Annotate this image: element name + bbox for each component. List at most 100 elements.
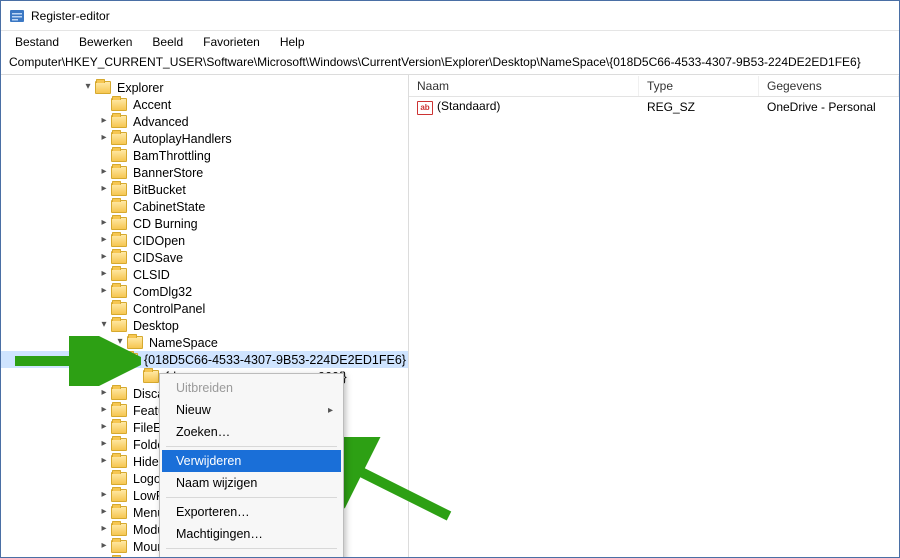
string-value-icon: ab bbox=[417, 101, 433, 115]
tree-pane[interactable]: ExplorerAccentAdvancedAutoplayHandlersBa… bbox=[1, 75, 409, 557]
tree-item-label: BitBucket bbox=[131, 182, 188, 198]
tree-item[interactable]: BitBucket bbox=[1, 181, 408, 198]
expand-toggle[interactable] bbox=[97, 216, 111, 232]
expand-toggle[interactable] bbox=[97, 131, 111, 147]
address-bar[interactable]: Computer\HKEY_CURRENT_USER\Software\Micr… bbox=[1, 53, 899, 75]
expand-toggle[interactable] bbox=[97, 284, 111, 300]
expand-toggle[interactable] bbox=[97, 488, 111, 504]
submenu-arrow-icon: ▸ bbox=[328, 405, 333, 416]
context-menu-item[interactable]: Zoeken… bbox=[162, 421, 341, 443]
tree-item[interactable]: BannerStore bbox=[1, 164, 408, 181]
expand-toggle[interactable] bbox=[97, 165, 111, 181]
tree-item[interactable]: AutoplayHandlers bbox=[1, 130, 408, 147]
tree-item[interactable]: ControlPanel bbox=[1, 300, 408, 317]
tree-item[interactable]: BamThrottling bbox=[1, 147, 408, 164]
context-menu[interactable]: UitbreidenNieuw▸Zoeken…VerwijderenNaam w… bbox=[159, 373, 344, 557]
tree-item[interactable]: ComDlg32 bbox=[1, 283, 408, 300]
tree-item[interactable]: CD Burning bbox=[1, 215, 408, 232]
menu-bestand[interactable]: Bestand bbox=[7, 33, 67, 51]
tree-item-label: Accent bbox=[131, 97, 173, 113]
tree-item[interactable]: Explorer bbox=[1, 79, 408, 96]
tree-item[interactable]: CLSID bbox=[1, 266, 408, 283]
tree-item[interactable]: Advanced bbox=[1, 113, 408, 130]
context-menu-item[interactable]: Machtigingen… bbox=[162, 523, 341, 545]
col-data[interactable]: Gegevens bbox=[759, 76, 899, 96]
expand-toggle[interactable] bbox=[97, 454, 111, 470]
expand-toggle[interactable] bbox=[97, 386, 111, 402]
context-menu-item[interactable]: Nieuw ▸ bbox=[162, 399, 341, 421]
expand-toggle[interactable] bbox=[97, 182, 111, 198]
folder-icon bbox=[111, 200, 127, 213]
tree-item[interactable]: CIDSave bbox=[1, 249, 408, 266]
tree-item-label: CIDSave bbox=[131, 250, 185, 266]
tree-item-label: NameSpace bbox=[147, 335, 220, 351]
list-row[interactable]: ab(Standaard)REG_SZOneDrive - Personal bbox=[409, 97, 899, 117]
expand-toggle[interactable] bbox=[97, 250, 111, 266]
context-menu-label: Nieuw bbox=[176, 403, 211, 417]
context-menu-label: Verwijderen bbox=[176, 454, 241, 468]
tree-item-label: CD Burning bbox=[131, 216, 200, 232]
context-menu-label: Machtigingen… bbox=[176, 527, 263, 541]
tree-item-label: CIDOpen bbox=[131, 233, 187, 249]
menu-help[interactable]: Help bbox=[272, 33, 313, 51]
tree-item[interactable]: Desktop bbox=[1, 317, 408, 334]
expand-toggle[interactable] bbox=[97, 233, 111, 249]
menu-beeld[interactable]: Beeld bbox=[144, 33, 191, 51]
value-data: OneDrive - Personal bbox=[759, 99, 899, 115]
folder-icon bbox=[111, 285, 127, 298]
folder-icon bbox=[111, 472, 127, 485]
folder-icon bbox=[111, 319, 127, 332]
folder-icon bbox=[111, 234, 127, 247]
expand-toggle[interactable] bbox=[97, 505, 111, 521]
tree-item-label: Desktop bbox=[131, 318, 181, 334]
value-name: (Standaard) bbox=[437, 99, 500, 113]
expand-toggle[interactable] bbox=[113, 335, 127, 351]
menubar: Bestand Bewerken Beeld Favorieten Help bbox=[1, 31, 899, 53]
menu-bewerken[interactable]: Bewerken bbox=[71, 33, 140, 51]
folder-icon bbox=[111, 421, 127, 434]
context-menu-label: Sleutelnaam kopiëren bbox=[176, 556, 297, 557]
expand-toggle[interactable] bbox=[97, 420, 111, 436]
folder-icon bbox=[111, 489, 127, 502]
expand-toggle[interactable] bbox=[97, 267, 111, 283]
folder-icon bbox=[111, 438, 127, 451]
tree-item-label: Explorer bbox=[115, 80, 166, 96]
col-type[interactable]: Type bbox=[639, 76, 759, 96]
context-menu-item[interactable]: Naam wijzigen bbox=[162, 472, 341, 494]
tree-item-label: ControlPanel bbox=[131, 301, 207, 317]
window-title: Register-editor bbox=[31, 9, 110, 23]
context-menu-item[interactable]: Verwijderen bbox=[162, 450, 341, 472]
tree-item[interactable]: Accent bbox=[1, 96, 408, 113]
expand-toggle[interactable] bbox=[97, 403, 111, 419]
list-pane[interactable]: Naam Type Gegevens ab(Standaard)REG_SZOn… bbox=[409, 75, 899, 557]
folder-icon bbox=[111, 217, 127, 230]
folder-icon bbox=[111, 268, 127, 281]
expand-toggle[interactable] bbox=[97, 539, 111, 555]
context-menu-label: Naam wijzigen bbox=[176, 476, 257, 490]
tree-item[interactable]: {018D5C66-4533-4307-9B53-224DE2ED1FE6} bbox=[1, 351, 408, 368]
tree-item[interactable]: CabinetState bbox=[1, 198, 408, 215]
expand-toggle[interactable] bbox=[97, 437, 111, 453]
tree-item[interactable]: CIDOpen bbox=[1, 232, 408, 249]
menu-favorieten[interactable]: Favorieten bbox=[195, 33, 268, 51]
context-menu-label: Zoeken… bbox=[176, 425, 230, 439]
expand-toggle[interactable] bbox=[97, 522, 111, 538]
folder-icon bbox=[111, 302, 127, 315]
col-name[interactable]: Naam bbox=[409, 76, 639, 96]
expand-toggle[interactable] bbox=[97, 114, 111, 130]
tree-item[interactable]: NameSpace bbox=[1, 334, 408, 351]
tree-item-label: CLSID bbox=[131, 267, 172, 283]
tree-item-label: {018D5C66-4533-4307-9B53-224DE2ED1FE6} bbox=[142, 352, 408, 368]
folder-icon bbox=[127, 336, 143, 349]
tree-item-label: ComDlg32 bbox=[131, 284, 194, 300]
folder-icon bbox=[111, 166, 127, 179]
folder-icon bbox=[111, 149, 127, 162]
expand-toggle[interactable] bbox=[97, 318, 111, 334]
menu-separator bbox=[166, 446, 337, 447]
context-menu-item[interactable]: Exporteren… bbox=[162, 501, 341, 523]
folder-icon bbox=[111, 251, 127, 264]
folder-icon bbox=[124, 353, 138, 366]
context-menu-item[interactable]: Sleutelnaam kopiëren bbox=[162, 552, 341, 557]
expand-toggle[interactable] bbox=[81, 80, 95, 96]
tree-item-label: AutoplayHandlers bbox=[131, 131, 234, 147]
